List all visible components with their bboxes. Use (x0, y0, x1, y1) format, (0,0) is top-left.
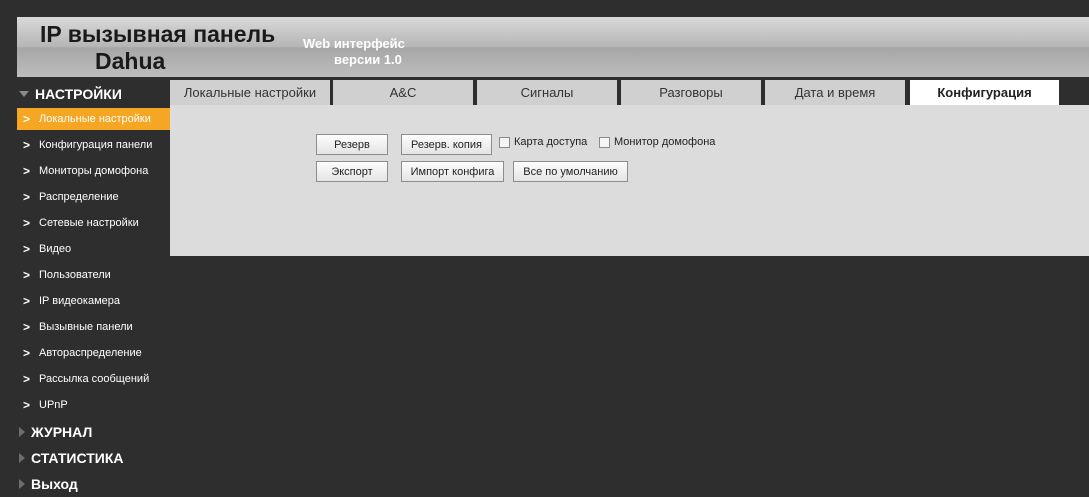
sidebar-item-call-panels[interactable]: > Вызывные панели (17, 316, 170, 338)
intercom-monitor-checkbox[interactable]: Монитор домофона (599, 136, 715, 148)
sidebar-section-settings[interactable]: НАСТРОЙКИ (17, 82, 170, 106)
sidebar-section-statistics[interactable]: СТАТИСТИКА (17, 446, 170, 470)
tab-calls[interactable]: Разговоры (621, 80, 761, 105)
checkbox-label: Монитор домофона (614, 136, 716, 148)
sidebar-item-label: Мониторы домофона (39, 165, 149, 177)
sidebar: НАСТРОЙКИ > Локальные настройки > Конфиг… (17, 82, 170, 497)
chevron-right-icon: > (23, 346, 31, 360)
backup-copy-button[interactable]: Резерв. копия (401, 134, 492, 155)
defaults-button[interactable]: Все по умолчанию (513, 161, 628, 182)
sidebar-section-exit[interactable]: Выход (17, 472, 170, 496)
sidebar-item-label: Распределение (39, 191, 119, 203)
collapsed-triangle-icon (19, 427, 25, 437)
sidebar-item-label: UPnP (39, 399, 68, 411)
checkbox-label: Карта доступа (514, 136, 588, 148)
configuration-panel: Резерв Резерв. копия Карта доступа Монит… (170, 105, 1089, 256)
export-button[interactable]: Экспорт (316, 161, 388, 182)
sidebar-section-label: Выход (31, 476, 78, 492)
sidebar-item-panel-config[interactable]: > Конфигурация панели (17, 134, 170, 156)
chevron-right-icon: > (23, 112, 31, 126)
sidebar-item-label: Конфигурация панели (39, 139, 153, 151)
sidebar-item-label: Вызывные панели (39, 321, 133, 333)
tab-bar: Локальные настройки A&C Сигналы Разговор… (170, 80, 1059, 105)
sidebar-item-users[interactable]: > Пользователи (17, 264, 170, 286)
sidebar-item-ip-camera[interactable]: > IP видеокамера (17, 290, 170, 312)
checkbox-box[interactable] (499, 136, 510, 148)
header: IP вызывная панель Dahua Web интерфейс в… (0, 0, 1089, 82)
sidebar-item-label: Пользователи (39, 269, 111, 281)
tab-ac[interactable]: A&C (333, 80, 473, 105)
sidebar-section-label: СТАТИСТИКА (31, 450, 124, 466)
chevron-right-icon: > (23, 398, 31, 412)
sidebar-item-label: IP видеокамера (39, 295, 120, 307)
collapsed-triangle-icon (19, 479, 25, 489)
web-interface-label: Web интерфейс (303, 36, 405, 51)
sidebar-section-label: ЖУРНАЛ (31, 424, 93, 440)
sidebar-item-label: Видео (39, 243, 72, 255)
sidebar-item-auto-distribution[interactable]: > Автораспределение (17, 342, 170, 364)
brand-name: Dahua (95, 48, 166, 74)
chevron-right-icon: > (23, 216, 31, 230)
chevron-right-icon: > (23, 164, 31, 178)
sidebar-item-message-broadcast[interactable]: > Рассылка сообщений (17, 368, 170, 390)
sidebar-item-label: Локальные настройки (39, 113, 151, 125)
sidebar-item-upnp[interactable]: > UPnP (17, 394, 170, 416)
chevron-right-icon: > (23, 138, 31, 152)
import-config-button[interactable]: Импорт конфига (401, 161, 504, 182)
tab-signals[interactable]: Сигналы (477, 80, 617, 105)
sidebar-item-network-settings[interactable]: > Сетевые настройки (17, 212, 170, 234)
chevron-right-icon: > (23, 242, 31, 256)
sidebar-item-local-settings[interactable]: > Локальные настройки (17, 108, 170, 130)
chevron-right-icon: > (23, 320, 31, 334)
sidebar-section-journal[interactable]: ЖУРНАЛ (17, 420, 170, 444)
collapsed-triangle-icon (19, 453, 25, 463)
version-label: версии 1.0 (334, 52, 402, 67)
brand-title: IP вызывная панель (40, 21, 276, 47)
sidebar-item-label: Рассылка сообщений (39, 373, 150, 385)
chevron-right-icon: > (23, 294, 31, 308)
checkbox-box[interactable] (599, 136, 610, 148)
sidebar-item-intercom-monitors[interactable]: > Мониторы домофона (17, 160, 170, 182)
chevron-right-icon: > (23, 268, 31, 282)
sidebar-item-distribution[interactable]: > Распределение (17, 186, 170, 208)
tab-date-time[interactable]: Дата и время (765, 80, 905, 105)
sidebar-item-label: Сетевые настройки (39, 217, 139, 229)
backup-button[interactable]: Резерв (316, 134, 388, 155)
chevron-right-icon: > (23, 372, 31, 386)
sidebar-section-label: НАСТРОЙКИ (35, 86, 122, 102)
sidebar-item-video[interactable]: > Видео (17, 238, 170, 260)
access-card-checkbox[interactable]: Карта доступа (499, 136, 587, 148)
sidebar-item-label: Автораспределение (39, 347, 142, 359)
tab-configuration[interactable]: Конфигурация (910, 80, 1059, 105)
expand-triangle-icon (19, 91, 29, 97)
tab-local-settings[interactable]: Локальные настройки (170, 80, 330, 105)
chevron-right-icon: > (23, 190, 31, 204)
